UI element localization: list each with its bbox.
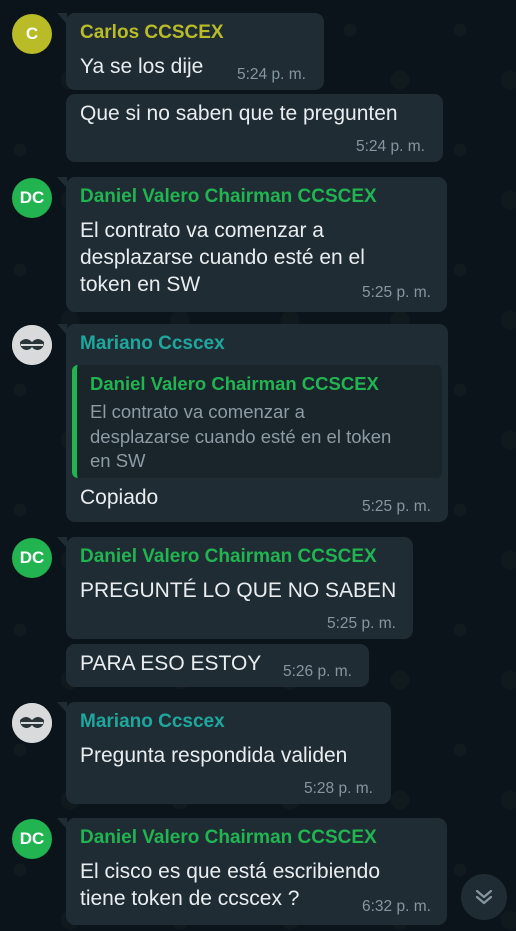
quoted-text-line: desplazarse cuando esté en el token (90, 426, 392, 447)
message-time: 6:32 p. m. (362, 898, 431, 915)
message-text: PARA ESO ESTOY (80, 652, 262, 675)
message-text: Copiado (80, 486, 159, 509)
double-chevron-down-icon (475, 889, 493, 905)
message-bubble[interactable]: Daniel Valero Chairman CCSCEX El cisco e… (57, 818, 447, 925)
message-text-line: El cisco es que está escribiendo (80, 860, 380, 883)
message-bubble[interactable]: Mariano Ccscex Pregunta respondida valid… (57, 702, 391, 804)
avatar[interactable]: DC (12, 538, 52, 578)
message-bubble[interactable]: Daniel Valero Chairman CCSCEX El contrat… (57, 177, 447, 312)
message-bubble[interactable]: Que si no saben que te pregunten 5:24 p.… (66, 94, 443, 162)
sender-name[interactable]: Daniel Valero Chairman CCSCEX (80, 546, 377, 568)
avatar[interactable]: DC (12, 178, 52, 218)
message-text-line: token en SW (80, 273, 201, 296)
message-text-line: desplazarse cuando esté en el (80, 246, 365, 269)
message-text: Ya se los dije (80, 55, 204, 78)
avatar[interactable]: C (12, 14, 52, 54)
message-text-line: tiene token de ccscex ? (80, 887, 300, 910)
scroll-to-bottom-button[interactable] (461, 874, 507, 920)
sender-name[interactable]: Mariano Ccscex (80, 711, 225, 733)
message-time: 5:25 p. m. (327, 615, 396, 632)
message-bubble[interactable]: PARA ESO ESTOY 5:26 p. m. (66, 644, 369, 687)
message-time: 5:28 p. m. (304, 780, 373, 797)
quoted-text-line: en SW (90, 450, 146, 471)
quoted-message[interactable]: Daniel Valero Chairman CCSCEX El contrat… (72, 365, 442, 478)
sender-name[interactable]: Mariano Ccscex (80, 333, 225, 355)
sender-name[interactable]: Daniel Valero Chairman CCSCEX (80, 186, 377, 208)
message-time: 5:24 p. m. (356, 138, 425, 155)
message-text: Que si no saben que te pregunten (80, 102, 398, 125)
message-time: 5:25 p. m. (362, 498, 431, 515)
quoted-sender: Daniel Valero Chairman CCSCEX (90, 373, 379, 394)
message-time: 5:25 p. m. (362, 284, 431, 301)
message-bubble[interactable]: Mariano Ccscex Daniel Valero Chairman CC… (57, 324, 448, 522)
message-bubble[interactable]: Carlos CCSCEX Ya se los dije 5:24 p. m. (57, 13, 324, 90)
quoted-text-line: El contrato va comenzar a (90, 401, 305, 422)
message-time: 5:26 p. m. (283, 663, 352, 680)
message-text: PREGUNTÉ LO QUE NO SABEN (80, 579, 397, 602)
message-text: Pregunta respondida validen (80, 744, 348, 767)
avatar[interactable]: DC (12, 819, 52, 859)
message-time: 5:24 p. m. (237, 66, 306, 83)
mask-avatar-icon[interactable] (12, 703, 52, 743)
message-text-line: El contrato va comenzar a (80, 219, 324, 242)
sender-name[interactable]: Carlos CCSCEX (80, 22, 224, 44)
sender-name[interactable]: Daniel Valero Chairman CCSCEX (80, 827, 377, 849)
message-bubble[interactable]: Daniel Valero Chairman CCSCEX PREGUNTÉ L… (57, 537, 413, 639)
mask-avatar-icon[interactable] (12, 325, 52, 365)
